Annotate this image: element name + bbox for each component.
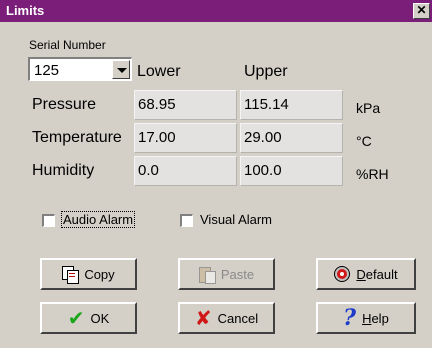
default-label-rest: efault bbox=[365, 266, 398, 282]
row-label-humidity: Humidity bbox=[32, 162, 95, 179]
row-label-temperature: Temperature bbox=[32, 129, 122, 146]
humidity-upper-field[interactable]: 100.0 bbox=[240, 156, 343, 186]
temperature-unit: °C bbox=[356, 133, 372, 149]
pressure-upper-value: 115.14 bbox=[244, 96, 289, 113]
default-mnemonic: D bbox=[356, 266, 366, 282]
cancel-button-label: Cancel bbox=[217, 310, 259, 326]
pressure-lower-field[interactable]: 68.95 bbox=[134, 90, 237, 120]
humidity-lower-field[interactable]: 0.0 bbox=[134, 156, 237, 186]
audio-alarm-text: Audio Alarm bbox=[60, 211, 136, 228]
copy-button[interactable]: Copy bbox=[40, 258, 137, 290]
ok-button-label: OK bbox=[90, 310, 110, 326]
temperature-lower-field[interactable]: 17.00 bbox=[134, 123, 237, 153]
lower-column-header: Lower bbox=[137, 63, 181, 80]
dropdown-arrow-icon[interactable] bbox=[112, 60, 130, 79]
row-label-pressure: Pressure bbox=[32, 96, 97, 113]
temperature-upper-value: 29.00 bbox=[244, 129, 282, 146]
question-icon: ? bbox=[343, 305, 357, 331]
humidity-upper-value: 100.0 bbox=[244, 162, 282, 179]
visual-alarm-label[interactable]: Visual Alarm bbox=[200, 212, 272, 227]
copy-icon bbox=[62, 266, 80, 284]
default-icon bbox=[334, 266, 351, 282]
limits-dialog: Limits ✕ Serial Number 125 Lower Upper P… bbox=[0, 0, 432, 348]
temperature-lower-value: 17.00 bbox=[138, 129, 176, 146]
ok-button[interactable]: ✔ OK bbox=[40, 302, 137, 334]
serial-number-select[interactable]: 125 bbox=[28, 57, 132, 81]
help-button[interactable]: ? Help bbox=[316, 302, 416, 334]
title-bar[interactable]: Limits ✕ bbox=[0, 0, 432, 22]
close-button[interactable]: ✕ bbox=[413, 3, 430, 19]
humidity-lower-value: 0.0 bbox=[138, 162, 159, 179]
help-button-label: Help bbox=[362, 311, 389, 326]
default-button[interactable]: Default bbox=[316, 258, 416, 290]
default-button-label: Default bbox=[356, 267, 397, 282]
serial-number-label: Serial Number bbox=[29, 38, 106, 52]
humidity-unit: %RH bbox=[356, 166, 389, 182]
visual-alarm-checkbox[interactable] bbox=[180, 214, 193, 227]
paste-button[interactable]: Paste bbox=[178, 258, 275, 290]
pressure-unit: kPa bbox=[356, 100, 381, 116]
audio-alarm-checkbox[interactable] bbox=[42, 214, 55, 227]
copy-button-label: Copy bbox=[84, 266, 115, 282]
paste-button-label: Paste bbox=[220, 266, 255, 282]
x-icon: ✘ bbox=[194, 306, 212, 330]
serial-number-value: 125 bbox=[34, 62, 60, 79]
audio-alarm-label[interactable]: Audio Alarm bbox=[60, 211, 136, 228]
window-title: Limits bbox=[6, 3, 45, 18]
cancel-button[interactable]: ✘ Cancel bbox=[178, 302, 275, 334]
help-label-rest: elp bbox=[371, 310, 389, 326]
close-icon: ✕ bbox=[416, 3, 427, 17]
pressure-upper-field[interactable]: 115.14 bbox=[240, 90, 343, 120]
pressure-lower-value: 68.95 bbox=[138, 96, 176, 113]
upper-column-header: Upper bbox=[244, 63, 288, 80]
paste-icon bbox=[198, 266, 216, 284]
checkmark-icon: ✔ bbox=[67, 306, 85, 330]
temperature-upper-field[interactable]: 29.00 bbox=[240, 123, 343, 153]
